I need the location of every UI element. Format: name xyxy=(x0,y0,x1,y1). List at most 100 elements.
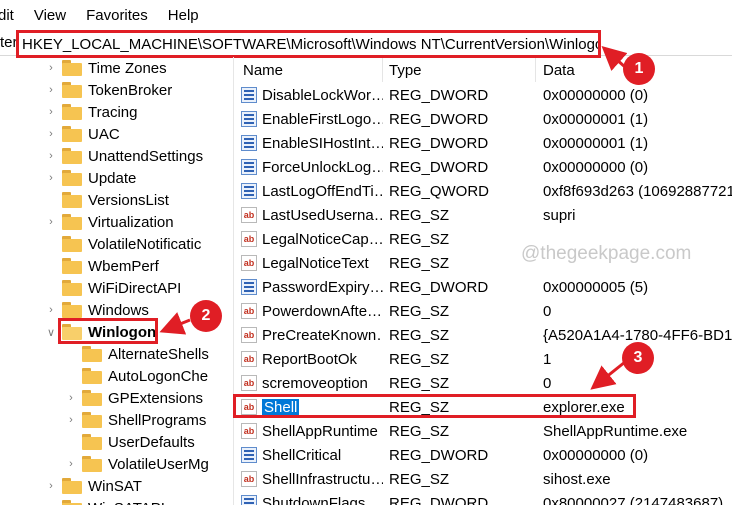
tree-item[interactable]: WinSAT xyxy=(62,475,142,497)
folder-icon xyxy=(62,192,82,208)
folder-icon xyxy=(62,126,82,142)
table-row[interactable]: LastLogOffEndTi… REG_QWORD 0xf8f693d263 (1… xyxy=(235,179,732,203)
chevron-right-icon[interactable]: › xyxy=(46,79,56,101)
chevron-right-icon[interactable]: › xyxy=(66,453,76,475)
table-row[interactable]: ShutdownFlags REG_DWORD 0x80000027 (214748… xyxy=(235,491,732,505)
tree-item[interactable]: UnattendSettings xyxy=(62,145,203,167)
chevron-right-icon[interactable]: › xyxy=(46,101,56,123)
value-type: REG_SZ xyxy=(389,422,450,440)
chevron-right-icon[interactable]: › xyxy=(46,145,56,167)
table-row[interactable]: DisableLockWor… REG_DWORD 0x00000000 (0) xyxy=(235,83,732,107)
menu-item[interactable]: View xyxy=(34,7,66,24)
tree-item[interactable]: VersionsList xyxy=(62,189,169,211)
tree-item-label: UnattendSettings xyxy=(88,147,204,165)
tree-item[interactable]: AutoLogonChe xyxy=(82,365,208,387)
value-data: ShellAppRuntime.exe xyxy=(543,422,688,440)
tree-item[interactable]: GPExtensions xyxy=(82,387,203,409)
value-name: scremoveoption xyxy=(262,374,368,392)
tree-item[interactable]: UAC xyxy=(62,123,120,145)
annotation-badge-3: 3 xyxy=(622,342,654,374)
menu-item[interactable]: dit xyxy=(0,7,14,24)
address-bar[interactable]: ter HKEY_LOCAL_MACHINE\SOFTWARE\Microsof… xyxy=(0,30,732,58)
table-row[interactable]: EnableSIHostInt… REG_DWORD 0x00000001 (1) xyxy=(235,131,732,155)
value-data: 0x00000005 (5) xyxy=(543,278,649,296)
table-row[interactable]: ab PreCreateKnown… REG_SZ {A520A1A4-1780-4F… xyxy=(235,323,732,347)
value-type: REG_DWORD xyxy=(389,110,489,128)
column-separator[interactable] xyxy=(382,58,383,82)
value-type: REG_DWORD xyxy=(389,278,489,296)
folder-icon xyxy=(62,258,82,274)
folder-icon xyxy=(62,104,82,120)
value-name: LegalNoticeText xyxy=(262,254,369,272)
chevron-right-icon[interactable]: › xyxy=(46,497,56,505)
string-value-icon: ab xyxy=(241,231,257,247)
table-row[interactable]: ForceUnlockLog… REG_DWORD 0x00000000 (0) xyxy=(235,155,732,179)
tree-item[interactable]: Virtualization xyxy=(62,211,174,233)
table-row[interactable]: ab PowerdownAfte… REG_SZ 0 xyxy=(235,299,732,323)
value-name: EnableSIHostInt… xyxy=(262,134,383,152)
chevron-right-icon[interactable]: › xyxy=(66,409,76,431)
tree-item-label: Virtualization xyxy=(88,213,174,231)
chevron-down-icon[interactable]: ∨ xyxy=(46,321,56,343)
value-type: REG_DWORD xyxy=(389,158,489,176)
folder-icon xyxy=(62,214,82,230)
tree-item[interactable]: UserDefaults xyxy=(82,431,195,453)
chevron-right-icon[interactable]: › xyxy=(46,299,56,321)
column-header-type[interactable]: Type xyxy=(389,58,422,82)
tree-item-label: UAC xyxy=(88,125,120,143)
folder-icon xyxy=(62,478,82,494)
tree-item[interactable]: Time Zones xyxy=(62,57,167,79)
table-row[interactable]: ab ShellAppRuntime REG_SZ ShellAppRuntime.e… xyxy=(235,419,732,443)
binary-value-icon xyxy=(241,447,257,463)
binary-value-icon xyxy=(241,87,257,103)
address-path-highlight[interactable]: HKEY_LOCAL_MACHINE\SOFTWARE\Microsoft\Wi… xyxy=(16,30,601,58)
table-row[interactable]: ab ReportBootOk REG_SZ 1 xyxy=(235,347,732,371)
value-type: REG_QWORD xyxy=(389,182,490,200)
address-path[interactable]: HKEY_LOCAL_MACHINE\SOFTWARE\Microsoft\Wi… xyxy=(22,36,598,53)
folder-icon xyxy=(82,434,102,450)
column-separator[interactable] xyxy=(535,58,536,82)
tree-item[interactable]: Tracing xyxy=(62,101,137,123)
tree-item[interactable]: WinSATAPI xyxy=(62,497,165,505)
table-row[interactable]: ShellCritical REG_DWORD 0x00000000 (0) xyxy=(235,443,732,467)
tree-item[interactable]: VolatileNotificatic xyxy=(62,233,201,255)
tree-item[interactable]: AlternateShells xyxy=(82,343,209,365)
tree-item[interactable]: WiFiDirectAPI xyxy=(62,277,181,299)
tree-item[interactable]: ShellPrograms xyxy=(82,409,206,431)
value-name: EnableFirstLogo… xyxy=(262,110,383,128)
chevron-right-icon[interactable]: › xyxy=(66,387,76,409)
registry-tree[interactable]: › Time Zones › TokenBroker › Tracing › UAC › Unat… xyxy=(0,57,231,505)
tree-item[interactable]: WbemPerf xyxy=(62,255,159,277)
string-value-icon: ab xyxy=(241,207,257,223)
value-type: REG_SZ xyxy=(389,350,450,368)
table-row[interactable]: EnableFirstLogo… REG_DWORD 0x00000001 (1) xyxy=(235,107,732,131)
value-name: ReportBootOk xyxy=(262,350,358,368)
chevron-right-icon[interactable]: › xyxy=(46,123,56,145)
table-row[interactable]: ab LastUsedUserna… REG_SZ supri xyxy=(235,203,732,227)
folder-icon xyxy=(82,346,102,362)
folder-icon xyxy=(62,500,82,505)
chevron-right-icon[interactable]: › xyxy=(46,57,56,79)
chevron-right-icon[interactable]: › xyxy=(46,167,56,189)
binary-value-icon xyxy=(241,183,257,199)
value-type: REG_SZ xyxy=(389,230,450,248)
menu-item[interactable]: Help xyxy=(168,7,199,24)
table-row[interactable]: PasswordExpiry… REG_DWORD 0x00000005 (5) xyxy=(235,275,732,299)
chevron-right-icon[interactable]: › xyxy=(46,475,56,497)
table-row[interactable]: ab ShellInfrastructu… REG_SZ sihost.exe xyxy=(235,467,732,491)
tree-item[interactable]: TokenBroker xyxy=(62,79,172,101)
menu-item[interactable]: Favorites xyxy=(86,7,148,24)
tree-item[interactable]: VolatileUserMg xyxy=(82,453,209,475)
value-name: DisableLockWor… xyxy=(262,86,383,104)
column-header-data[interactable]: Data xyxy=(543,58,575,82)
table-row[interactable]: ab scremoveoption REG_SZ 0 xyxy=(235,371,732,395)
value-data: sihost.exe xyxy=(543,470,611,488)
tree-item[interactable]: Update xyxy=(62,167,136,189)
watermark: @thegeekpage.com xyxy=(521,243,692,264)
folder-icon xyxy=(82,456,102,472)
column-header-name[interactable]: Name xyxy=(243,58,283,82)
chevron-right-icon[interactable]: › xyxy=(46,211,56,233)
value-type: REG_SZ xyxy=(389,470,450,488)
pane-divider[interactable] xyxy=(233,57,234,505)
value-name: PowerdownAfte… xyxy=(262,302,383,320)
